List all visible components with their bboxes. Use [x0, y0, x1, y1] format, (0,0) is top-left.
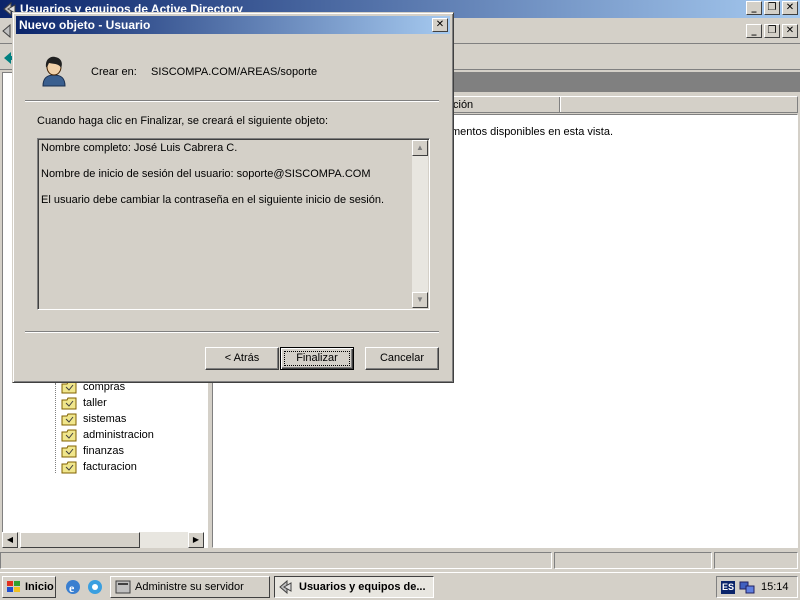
column-separator[interactable]: [559, 97, 561, 112]
tree-item-label: facturacion: [83, 461, 137, 473]
ou-folder-icon: [61, 429, 77, 441]
task-label: Usuarios y equipos de...: [299, 581, 426, 593]
tree-item-administracion[interactable]: administracion: [61, 427, 154, 443]
scroll-up-icon[interactable]: ▲: [412, 140, 428, 156]
minimize-button[interactable]: _: [746, 1, 762, 15]
scroll-down-icon[interactable]: ▼: [412, 292, 428, 308]
system-tray: ES 15:14: [716, 576, 798, 598]
tree-item-label: sistemas: [83, 413, 127, 425]
tree-connector: [55, 383, 56, 473]
windows-logo-icon: [7, 581, 20, 592]
back-button[interactable]: < Atrás: [205, 347, 279, 370]
tree-item-label: finanzas: [83, 445, 124, 457]
language-indicator[interactable]: ES: [721, 581, 735, 594]
task-active-directory[interactable]: Usuarios y equipos de...: [274, 576, 434, 598]
ou-folder-icon: [61, 461, 77, 473]
summary-box[interactable]: Nombre completo: José Luis Cabrera C. No…: [37, 138, 430, 310]
user-icon: [42, 56, 66, 87]
tree-item-finanzas[interactable]: finanzas: [61, 443, 124, 459]
status-bar: [0, 552, 800, 570]
network-icon[interactable]: [739, 580, 755, 595]
status-pane: [714, 552, 798, 569]
tree-item-taller[interactable]: taller: [61, 395, 107, 411]
start-button[interactable]: Inicio: [2, 576, 56, 598]
divider: [25, 331, 439, 333]
back-button-label: < Atrás: [224, 352, 260, 364]
server-icon: [115, 580, 131, 594]
dialog-title-bar[interactable]: Nuevo objeto - Usuario ✕: [16, 16, 450, 34]
status-pane: [0, 552, 552, 569]
tree-item-sistemas[interactable]: sistemas: [61, 411, 126, 427]
new-user-dialog: Nuevo objeto - Usuario ✕ Crear en: SISCO…: [12, 12, 454, 383]
task-label: Administre su servidor: [135, 581, 244, 593]
scroll-thumb[interactable]: [20, 532, 140, 548]
tree-item-label: administracion: [83, 429, 154, 441]
taskbar: Inicio e Administre su servidor Usuarios…: [0, 572, 800, 600]
finish-button[interactable]: Finalizar: [280, 347, 354, 370]
close-button[interactable]: ✕: [782, 1, 798, 15]
dialog-close-button[interactable]: ✕: [432, 18, 448, 32]
tree-item-facturacion[interactable]: facturacion: [61, 459, 137, 475]
task-manage-server[interactable]: Administre su servidor: [110, 576, 270, 598]
summary-password-note: El usuario debe cambiar la contraseña en…: [41, 194, 385, 206]
dialog-title: Nuevo objeto - Usuario: [19, 18, 151, 32]
cancel-button-label: Cancelar: [379, 352, 425, 364]
tree-horizontal-scrollbar[interactable]: ◀ ▶: [2, 532, 204, 548]
clock[interactable]: 15:14: [761, 581, 789, 593]
instruction-text: Cuando haga clic en Finalizar, se creará…: [37, 115, 329, 127]
svg-text:e: e: [69, 581, 75, 595]
ou-folder-icon: [61, 397, 77, 409]
child-close-button[interactable]: ✕: [782, 24, 798, 38]
active-directory-icon: [279, 580, 292, 594]
child-minimize-button[interactable]: _: [746, 24, 762, 38]
divider: [25, 100, 439, 102]
summary-full-name: Nombre completo: José Luis Cabrera C.: [41, 142, 238, 154]
start-label: Inicio: [25, 581, 54, 593]
cancel-button[interactable]: Cancelar: [365, 347, 439, 370]
restore-button[interactable]: ❐: [764, 1, 780, 15]
summary-logon-name: Nombre de inicio de sesión del usuario: …: [41, 168, 371, 180]
internet-explorer-icon[interactable]: e: [64, 578, 82, 596]
scroll-left-icon[interactable]: ◀: [2, 532, 18, 548]
focus-rect: [284, 351, 350, 366]
create-in-path: SISCOMPA.COM/AREAS/soporte: [151, 66, 318, 78]
ie-shortcut-icon[interactable]: [86, 578, 104, 596]
column-header-label: ción: [453, 99, 474, 111]
create-in-label: Crear en:: [91, 66, 137, 78]
ou-folder-icon: [61, 445, 77, 457]
tree-item-label: taller: [83, 397, 107, 409]
empty-view-message: mentos disponibles en esta vista.: [451, 126, 614, 138]
child-restore-button[interactable]: ❐: [764, 24, 780, 38]
summary-vertical-scrollbar[interactable]: ▲ ▼: [412, 140, 428, 308]
status-pane: [554, 552, 712, 569]
scroll-right-icon[interactable]: ▶: [188, 532, 204, 548]
ou-folder-icon: [61, 413, 77, 425]
